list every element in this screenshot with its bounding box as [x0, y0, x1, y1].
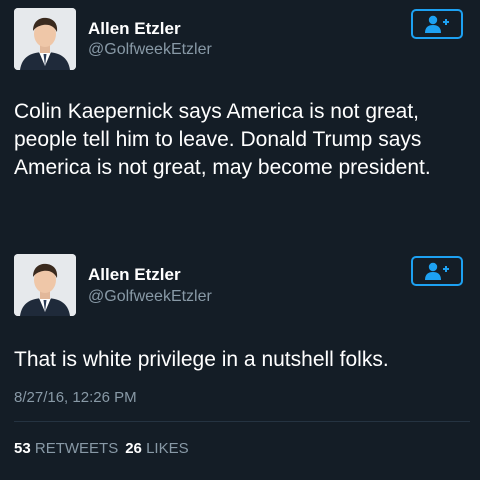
tweet-text: That is white privilege in a nutshell fo… [14, 348, 389, 371]
avatar[interactable] [14, 254, 76, 316]
divider [14, 421, 470, 422]
retweets-stat[interactable]: 53 RETWEETS [14, 440, 118, 457]
retweets-count: 53 [14, 440, 31, 457]
follow-user-icon [425, 262, 449, 280]
user-avatar-icon [14, 254, 76, 316]
tweet-text: Colin Kaepernick says America is not gre… [14, 100, 431, 179]
tweet-stats: 53 RETWEETS 26 LIKES [14, 440, 189, 458]
user-avatar-icon [14, 8, 76, 70]
tweet-timestamp[interactable]: 8/27/16, 12:26 PM [14, 389, 137, 407]
follow-button[interactable] [411, 256, 463, 286]
likes-label: LIKES [146, 440, 189, 457]
avatar[interactable] [14, 8, 76, 70]
author-name[interactable]: Allen Etzler [88, 265, 181, 285]
author-handle[interactable]: @GolfweekEtzler [88, 287, 212, 307]
follow-user-icon [425, 15, 449, 33]
likes-stat[interactable]: 26 LIKES [125, 440, 188, 457]
follow-button[interactable] [411, 9, 463, 39]
author-handle[interactable]: @GolfweekEtzler [88, 40, 212, 60]
retweets-label: RETWEETS [34, 440, 119, 457]
author-name[interactable]: Allen Etzler [88, 19, 181, 39]
likes-count: 26 [125, 440, 142, 457]
